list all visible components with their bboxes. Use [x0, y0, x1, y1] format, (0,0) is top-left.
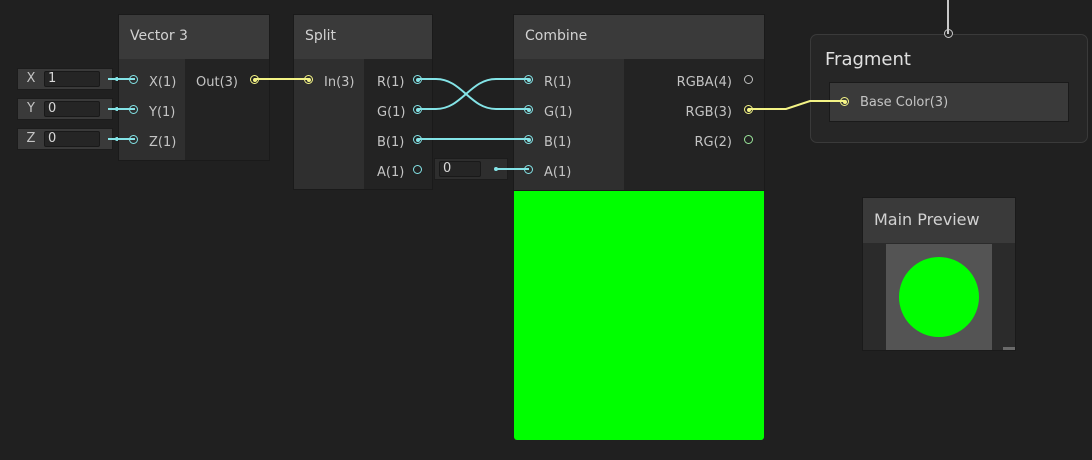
base-color-label: Base Color(3): [860, 95, 949, 110]
preview-viewport[interactable]: [886, 244, 992, 350]
main-preview-title[interactable]: Main Preview: [863, 198, 1015, 243]
y-field-label: Y: [27, 101, 35, 116]
a-output-port[interactable]: [413, 165, 422, 174]
rgb-output-port[interactable]: [744, 105, 753, 114]
g-output-label: G(1): [377, 105, 406, 120]
combine-a-input-label: A(1): [544, 165, 572, 180]
b-output-label: B(1): [377, 135, 405, 150]
main-preview-panel[interactable]: Main Preview: [862, 197, 1016, 351]
rgba-output-port[interactable]: [744, 75, 753, 84]
r-output-port[interactable]: [413, 75, 422, 84]
b-output-port[interactable]: [413, 135, 422, 144]
y-input-label: Y(1): [149, 105, 176, 120]
z-field-label: Z: [26, 131, 36, 146]
fragment-node-title[interactable]: Fragment: [825, 49, 911, 70]
base-color-input-port[interactable]: [840, 97, 849, 106]
in-input-port[interactable]: [304, 75, 313, 84]
combine-g-input-label: G(1): [544, 105, 573, 120]
y-input-port[interactable]: [129, 105, 138, 114]
combine-a-field[interactable]: 0: [434, 158, 508, 180]
combine-a-field-port-dot: [494, 167, 498, 171]
r-output-label: R(1): [377, 75, 405, 90]
combine-g-input-port[interactable]: [524, 105, 533, 114]
a-output-label: A(1): [377, 165, 405, 180]
x-input-port[interactable]: [129, 75, 138, 84]
vertex-connection-port[interactable]: [944, 29, 953, 38]
combine-b-input-label: B(1): [544, 135, 572, 150]
z-value-input[interactable]: 0: [44, 131, 100, 147]
combine-b-input-port[interactable]: [524, 135, 533, 144]
x-field-label: X: [26, 71, 36, 86]
rg-output-port[interactable]: [744, 135, 753, 144]
in-input-label: In(3): [324, 75, 355, 90]
out-output-port[interactable]: [250, 75, 259, 84]
split-node[interactable]: Split In(3) R(1) G(1) B(1) A(1): [293, 14, 433, 190]
combine-node-header[interactable]: Combine: [514, 15, 764, 59]
rg-output-label: RG(2): [694, 135, 732, 150]
vector3-x-field[interactable]: X 1: [17, 68, 119, 90]
vector3-node[interactable]: Vector 3 X(1) Y(1) Z(1) Out(3): [118, 14, 270, 161]
base-color-slot[interactable]: Base Color(3): [829, 82, 1069, 122]
fragment-node[interactable]: Fragment Base Color(3): [810, 29, 1088, 143]
z-input-port[interactable]: [129, 135, 138, 144]
rgba-output-label: RGBA(4): [676, 75, 732, 90]
preview-sphere: [899, 257, 979, 337]
out-output-label: Out(3): [196, 75, 238, 90]
combine-a-value-input[interactable]: 0: [439, 161, 481, 177]
combine-a-input-port[interactable]: [524, 165, 533, 174]
vector3-z-field[interactable]: Z 0: [17, 128, 119, 150]
vector3-node-header[interactable]: Vector 3: [119, 15, 269, 59]
x-input-label: X(1): [149, 75, 177, 90]
z-input-label: Z(1): [149, 135, 177, 150]
combine-node[interactable]: Combine R(1) G(1) B(1) A(1) RGBA(4) RGB(…: [513, 14, 765, 191]
x-value-input[interactable]: 1: [44, 71, 100, 87]
rgb-output-label: RGB(3): [685, 105, 732, 120]
split-node-header[interactable]: Split: [294, 15, 432, 59]
y-value-input[interactable]: 0: [44, 101, 100, 117]
preview-resize-handle[interactable]: [1003, 347, 1015, 350]
vector3-y-field[interactable]: Y 0: [17, 98, 119, 120]
combine-node-preview: [514, 191, 764, 440]
combine-r-input-label: R(1): [544, 75, 572, 90]
g-output-port[interactable]: [413, 105, 422, 114]
combine-r-input-port[interactable]: [524, 75, 533, 84]
